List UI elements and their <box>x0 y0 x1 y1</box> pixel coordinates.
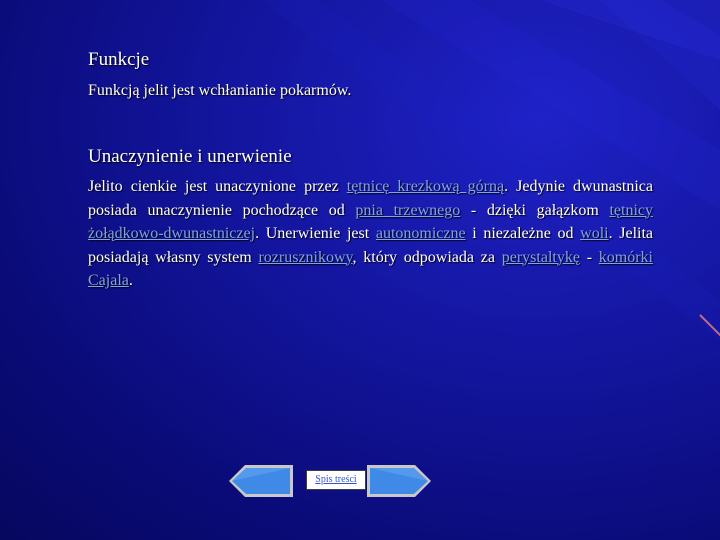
link-will[interactable]: woli <box>580 225 608 242</box>
link-superior-mesenteric-artery[interactable]: tętnicę krezkową górną <box>347 178 504 195</box>
decorative-line <box>699 314 720 337</box>
functions-heading: Funkcje <box>88 49 150 70</box>
paragraph-text: i niezależne od <box>465 225 581 242</box>
blood-nerve-supply-heading: Unaczynienie i unerwienie <box>88 146 292 167</box>
table-of-contents-button[interactable]: Spis treści <box>306 470 366 490</box>
blood-nerve-supply-paragraph: Jelito cienkie jest unaczynione przez tę… <box>88 175 653 293</box>
paragraph-text: - dzięki gałązkom <box>460 201 610 219</box>
right-arrow-icon[interactable] <box>366 464 432 498</box>
paragraph-text: - <box>579 248 599 266</box>
paragraph-text: , który odpowiada za <box>352 248 502 266</box>
paragraph-text: Jelito cienkie jest unaczynione przez <box>88 178 347 195</box>
link-autonomic[interactable]: autonomiczne <box>376 225 466 242</box>
paragraph-text: . <box>128 272 133 289</box>
link-celiac-trunk[interactable]: pnia trzewnego <box>355 202 460 219</box>
table-of-contents-link[interactable]: Spis treści <box>315 474 356 485</box>
left-arrow-icon[interactable] <box>228 464 294 498</box>
link-pacemaker[interactable]: rozrusznikowy <box>258 249 352 266</box>
slide-content: Funkcje Funkcją jelit jest wchłanianie p… <box>88 48 653 293</box>
link-peristalsis[interactable]: perystaltykę <box>502 249 580 266</box>
paragraph-text: . Unerwienie jest <box>255 225 376 242</box>
functions-text: Funkcją jelit jest wchłanianie pokarmów. <box>88 82 352 99</box>
